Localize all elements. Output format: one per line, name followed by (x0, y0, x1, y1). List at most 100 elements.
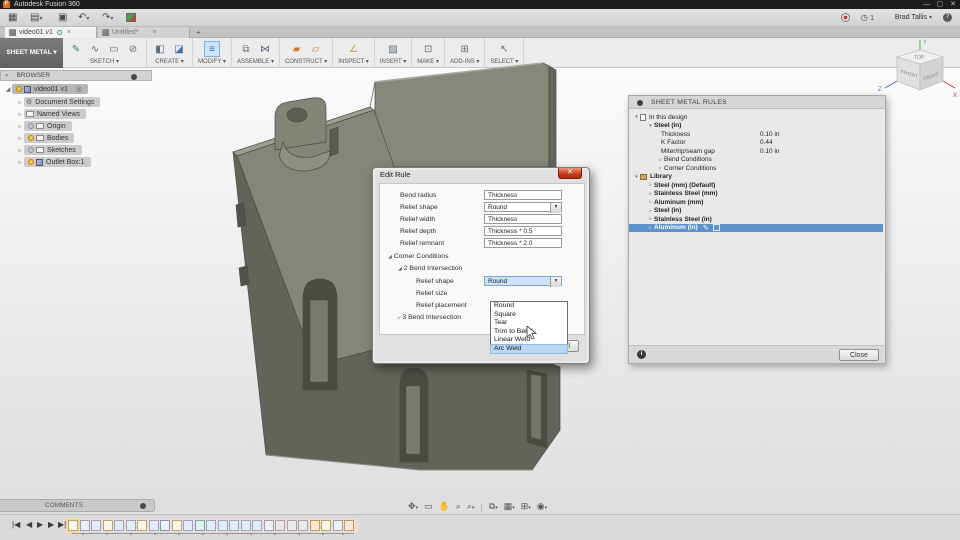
browser-header[interactable]: « BROWSER (0, 70, 152, 81)
pan-hand-icon[interactable]: ✋ (439, 501, 450, 512)
rules-row[interactable]: ▹ Steel (in) (633, 207, 883, 216)
expand-icon[interactable]: ▹ (16, 123, 24, 130)
visibility-bulb-icon[interactable] (28, 123, 34, 129)
section-label[interactable]: Corner Conditions (394, 253, 449, 260)
visibility-bulb-icon[interactable] (28, 159, 34, 165)
section-expand-icon[interactable]: ▹ (398, 315, 401, 321)
dropdown-arrow-icon[interactable]: ▼ (550, 277, 561, 287)
dropdown-arrow-icon[interactable]: ▼ (550, 203, 561, 213)
dropdown-option[interactable]: Square (491, 311, 567, 320)
display-settings-icon[interactable]: ⧉▾ (489, 501, 498, 512)
view-cube[interactable]: Y Z X TOP FRONT RIGHT (875, 35, 960, 105)
timeline-feature-icon[interactable] (68, 520, 78, 531)
timeline-skip-start-icon[interactable]: |◀ (12, 520, 20, 529)
expand-icon[interactable]: ▹ (16, 147, 24, 154)
collapse-icon[interactable]: « (5, 72, 9, 79)
rules-row[interactable]: ▾ Steel (in) (633, 122, 883, 131)
section-label[interactable]: 3 Bend Intersection (402, 314, 461, 321)
info-icon[interactable]: i (637, 350, 646, 359)
browser-root-row[interactable]: ◢ video01 v1 ◎ (4, 84, 100, 94)
timeline-feature-icon[interactable] (79, 520, 90, 531)
edit-rule-pencil-icon[interactable]: ✎ (703, 224, 709, 232)
timeline-feature-icon[interactable] (275, 520, 285, 531)
timeline-feature-icon[interactable] (286, 520, 297, 531)
copy-rule-icon[interactable] (712, 224, 720, 232)
expand-icon[interactable]: ◢ (4, 86, 12, 93)
timeline-feature-icon[interactable] (309, 520, 320, 531)
timeline-feature-icon[interactable] (183, 520, 193, 531)
comments-options-icon[interactable] (140, 503, 146, 509)
expand-icon[interactable]: ▹ (16, 159, 24, 166)
timeline-feature-icon[interactable] (171, 520, 182, 531)
timeline-feature-icon[interactable] (91, 520, 101, 531)
rules-row[interactable]: ▹ Aluminum (mm) (633, 198, 883, 207)
relief-remnant-input[interactable] (484, 238, 562, 248)
section-expand-icon[interactable]: ◢ (398, 266, 402, 272)
relief-shape-select[interactable]: Round ▼ (484, 202, 562, 213)
timeline-feature-icon[interactable] (263, 520, 274, 531)
browser-row[interactable]: ▹ Outlet Box:1 (4, 157, 100, 167)
browser-row[interactable]: ▹ Origin (4, 121, 100, 131)
rules-row[interactable]: ▾ In this design (633, 113, 883, 122)
expand-icon[interactable]: ▹ (16, 99, 24, 106)
browser-row[interactable]: ▹ Named Views (4, 109, 100, 119)
viewports-icon[interactable]: ⊞▾ (521, 501, 531, 512)
browser-row[interactable]: ▹ ⚙ Document Settings (4, 97, 101, 107)
timeline-scrubber[interactable] (72, 533, 354, 535)
rules-row[interactable]: ▾ Library (633, 173, 883, 182)
relief-width-input[interactable] (484, 214, 562, 224)
section-expand-icon[interactable]: ◢ (388, 254, 392, 260)
section-label[interactable]: 2 Bend Intersection (404, 265, 463, 272)
timeline-feature-icon[interactable] (194, 520, 205, 531)
expand-icon[interactable]: ▹ (16, 135, 24, 142)
dialog-close-button[interactable]: ✕ (558, 168, 582, 179)
grid-settings-icon[interactable]: ▦▾ (504, 501, 515, 512)
rules-row[interactable]: ▹ Bend Conditions (633, 156, 883, 165)
browser-row[interactable]: ▹ Bodies (4, 133, 100, 143)
timeline-play-icon[interactable]: ▶ (37, 520, 43, 529)
rules-row[interactable]: ▹ Steel (mm) (Default) (633, 181, 883, 190)
relief-depth-input[interactable] (484, 226, 562, 236)
browser-options-icon[interactable] (131, 74, 137, 80)
timeline-feature-icon[interactable] (298, 520, 308, 531)
rules-row[interactable]: ▹ Stainless Steel (mm) (633, 190, 883, 199)
timeline-feature-icon[interactable] (114, 520, 124, 531)
timeline-feature-icon[interactable] (125, 520, 136, 531)
browser-row[interactable]: ▹ Sketches (4, 145, 100, 155)
visibility-icon[interactable]: ◉▾ (537, 501, 547, 512)
rules-row-selected[interactable]: ▹ Aluminum (in) ✎ (629, 223, 883, 232)
pan-orbit-icon[interactable]: ✥▾ (408, 501, 418, 512)
rules-panel-header[interactable]: SHEET METAL RULES (629, 96, 885, 109)
dropdown-option[interactable]: Round (491, 302, 567, 311)
timeline-feature-icon[interactable] (252, 520, 262, 531)
timeline-feature-icon[interactable] (332, 520, 343, 531)
zoom-icon[interactable]: ⌕ (456, 501, 461, 512)
timeline-feature-icon[interactable] (137, 520, 147, 531)
visibility-bulb-icon[interactable] (28, 147, 34, 153)
rules-row[interactable]: ▹ Stainless Steel (in) (633, 215, 883, 224)
activate-radio-icon[interactable]: ◎ (76, 85, 82, 93)
timeline-feature-icon[interactable] (160, 520, 170, 531)
expand-icon[interactable]: ▹ (16, 111, 24, 118)
close-panel-button[interactable]: Close (839, 349, 879, 361)
timeline-feature-icon[interactable] (102, 520, 113, 531)
timeline-step-back-icon[interactable]: ◀ (26, 520, 32, 529)
visibility-bulb-icon[interactable] (16, 86, 22, 92)
timeline-feature-icon[interactable] (321, 520, 331, 531)
timeline-feature-icon[interactable] (217, 520, 228, 531)
zoom-window-icon[interactable]: ⌕▾ (467, 501, 475, 512)
timeline-feature-icon[interactable] (344, 520, 354, 531)
panel-grip-icon[interactable] (637, 100, 643, 106)
comments-bar[interactable]: COMMENTS (0, 499, 155, 512)
relief-shape-2bend-select[interactable]: Round ▼ (484, 276, 562, 287)
look-at-icon[interactable]: ▭ (424, 501, 433, 512)
timeline-feature-icon[interactable] (148, 520, 159, 531)
timeline-feature-icon[interactable] (229, 520, 239, 531)
rules-row[interactable]: ▹ Corner Conditions (633, 164, 883, 173)
timeline-feature-icon[interactable] (206, 520, 216, 531)
timeline-step-forward-icon[interactable]: ▶ (48, 520, 54, 529)
dropdown-option-highlighted[interactable]: Arc Weld (490, 343, 568, 354)
timeline-feature-icon[interactable] (240, 520, 251, 531)
bend-radius-input[interactable] (484, 190, 562, 200)
visibility-bulb-icon[interactable] (28, 135, 34, 141)
